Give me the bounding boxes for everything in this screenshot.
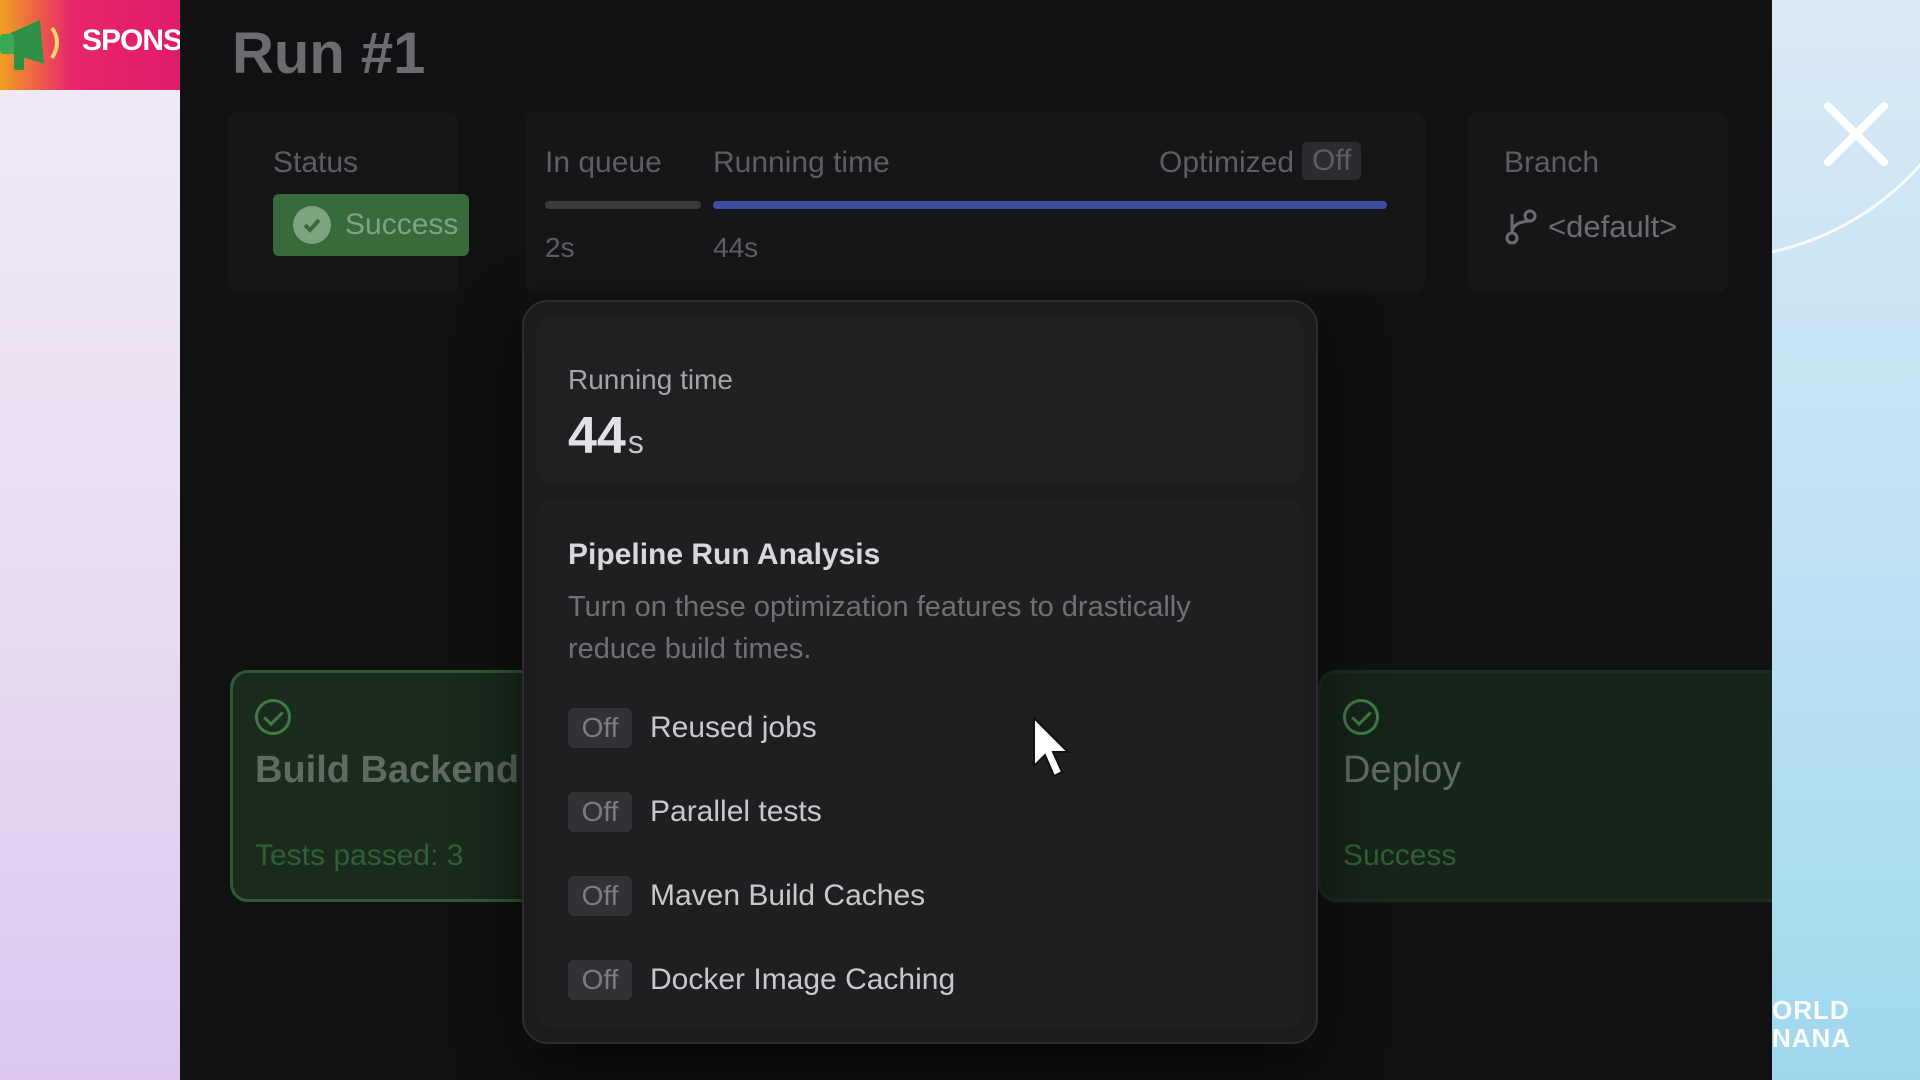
page-title: Run #1 [232,21,426,86]
job-card-deploy[interactable]: Deploy Success [1318,670,1772,902]
feature-toggle[interactable]: Off [568,792,632,832]
optimized-label: Optimized [1159,146,1295,179]
running-unit: s [627,424,644,460]
branch-value: <default> [1548,209,1678,244]
running-number: 44 [568,407,626,465]
in-queue-label: In queue [545,146,662,179]
feature-row: Off Parallel tests [568,790,822,834]
megaphone-icon [0,20,59,70]
branch-label: Branch [1504,146,1600,179]
job-name: Build Backend [255,749,519,791]
branch-icon [1505,209,1537,245]
analysis-description: Turn on these optimization features to d… [568,591,1191,665]
status-badge: Success [273,194,469,256]
branch-card: Branch <default> [1468,112,1728,292]
sponsor-text: SPONSO [82,24,180,57]
watermark-line-2: NANA [1772,1023,1852,1053]
pipeline-analysis-section: Pipeline Run Analysis Turn on these opti… [536,498,1304,1028]
feature-toggle[interactable]: Off [568,876,632,916]
status-value: Success [345,208,459,241]
queue-bar [545,201,701,209]
feature-toggle[interactable]: Off [568,960,632,1000]
feature-toggle[interactable]: Off [568,708,632,748]
timing-card: In queue Running time Optimized Off 2s 4… [525,112,1425,292]
job-card-build-backend[interactable]: Build Backend Tests passed: 3 [230,670,550,902]
popover-header: Running time 44s [536,314,1304,486]
branch-value-row: <default> [1504,208,1677,246]
job-subtitle: Tests passed: 3 [255,839,464,872]
status-card: Status Success [228,112,469,292]
app-window: Run #1 Status Success In queue Running t… [180,0,1772,1080]
popover-running-value: 44s [568,406,644,466]
feature-name: Parallel tests [650,795,822,828]
feature-row: Off Docker Image Caching [568,958,955,1002]
feature-name: Maven Build Caches [650,879,926,912]
job-name: Deploy [1343,749,1462,791]
popover-running-label: Running time [568,364,733,395]
sponsor-banner: SPONSO [0,0,180,90]
running-time-popover: Running time 44s Pipeline Run Analysis T… [522,300,1318,1044]
analysis-title: Pipeline Run Analysis [568,538,881,571]
running-time-bar [713,201,1387,209]
watermark-logo: ORLD NANA [1772,996,1851,1052]
job-subtitle: Success [1343,839,1457,872]
feature-name: Reused jobs [650,711,817,744]
close-icon[interactable] [1818,96,1894,172]
feature-name: Docker Image Caching [650,963,956,996]
mouse-cursor-icon [1033,716,1071,778]
check-circle-icon [293,206,331,244]
check-circle-icon [1343,699,1379,735]
running-time-label: Running time [713,146,890,179]
watermark-line-1: ORLD [1772,995,1850,1025]
feature-row: Off Reused jobs [568,706,817,750]
feature-row: Off Maven Build Caches [568,874,925,918]
status-label: Status [273,146,359,179]
in-queue-value: 2s [545,232,575,263]
running-time-value: 44s [713,232,759,263]
optimized-toggle[interactable]: Off [1302,142,1362,180]
check-circle-icon [255,699,291,735]
